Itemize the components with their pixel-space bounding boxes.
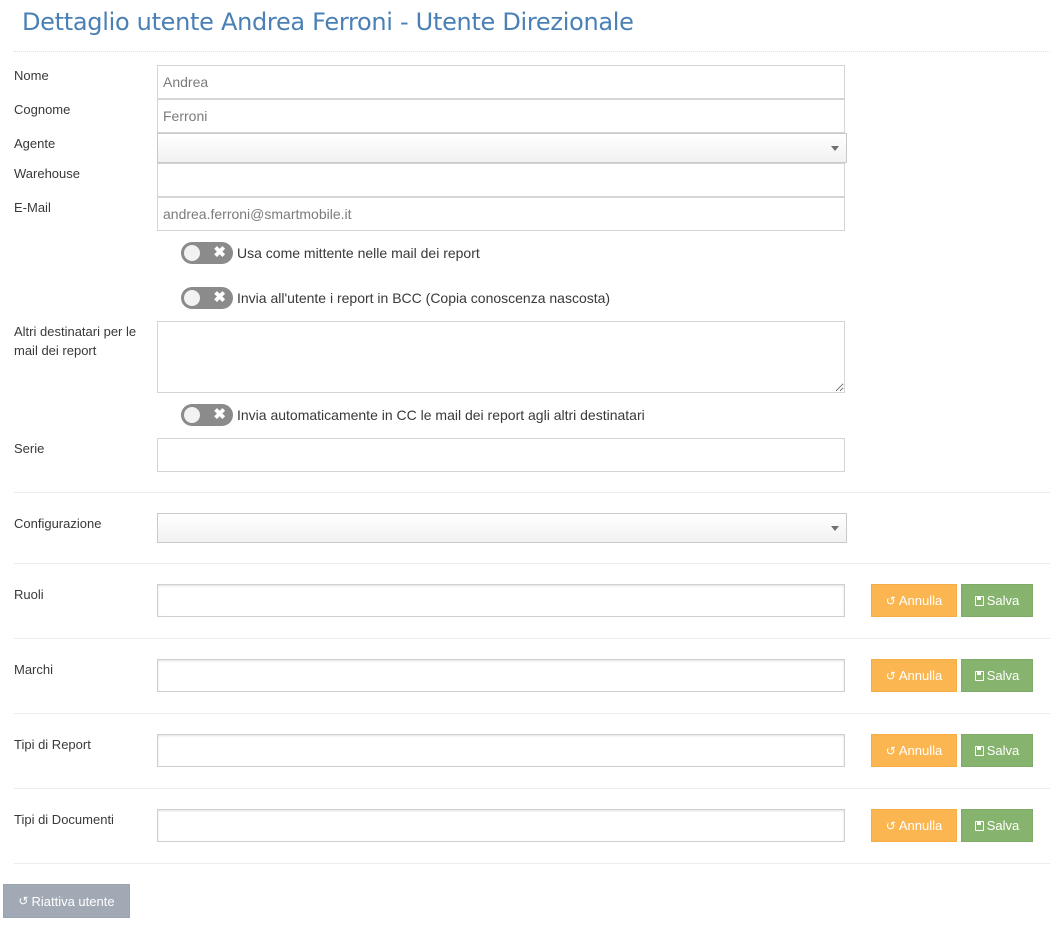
- email-value: andrea.ferroni@smartmobile.it: [163, 206, 352, 222]
- mittente-toggle-row: ✖ Usa come mittente nelle mail dei repor…: [181, 242, 480, 264]
- riattiva-label: Riattiva utente: [31, 893, 115, 909]
- ruoli-annulla-button[interactable]: ↺ Annulla: [871, 584, 957, 617]
- close-icon: ✖: [213, 244, 226, 261]
- annulla-label: Annulla: [898, 743, 943, 758]
- tipi-documenti-annulla-button[interactable]: ↺ Annulla: [871, 809, 957, 842]
- toggle-knob: [184, 290, 200, 306]
- cognome-field[interactable]: Ferroni: [157, 99, 845, 133]
- warehouse-label: Warehouse: [14, 166, 80, 181]
- caret-down-icon: [831, 146, 839, 151]
- configurazione-select[interactable]: [157, 513, 847, 543]
- riattiva-utente-button[interactable]: ↺ Riattiva utente: [3, 884, 130, 918]
- altri-destinatari-label: Altri destinatari per le mail dei report: [14, 324, 137, 358]
- marchi-salva-button[interactable]: Salva: [961, 659, 1033, 692]
- section-divider: [14, 863, 1050, 864]
- cognome-label: Cognome: [14, 102, 71, 117]
- section-divider: [14, 638, 1050, 639]
- close-icon: ✖: [213, 289, 226, 306]
- configurazione-label: Configurazione: [14, 516, 102, 531]
- marchi-annulla-button[interactable]: ↺ Annulla: [871, 659, 957, 692]
- toggle-knob: [184, 245, 200, 261]
- annulla-label: Annulla: [898, 668, 943, 683]
- ruoli-field[interactable]: [157, 584, 845, 617]
- undo-icon: ↺: [18, 894, 29, 908]
- marchi-label: Marchi: [14, 662, 54, 677]
- section-divider: [14, 563, 1050, 564]
- altri-destinatari-textarea[interactable]: [157, 321, 845, 393]
- tipi-report-annulla-button[interactable]: ↺ Annulla: [871, 734, 957, 767]
- page-title: Dettaglio utente Andrea Ferroni - Utente…: [22, 8, 634, 36]
- cc-auto-toggle-row: ✖ Invia automaticamente in CC le mail de…: [181, 404, 645, 426]
- undo-icon: ↺: [885, 593, 896, 608]
- marchi-field[interactable]: [157, 659, 845, 692]
- cognome-value: Ferroni: [163, 108, 208, 124]
- nome-label: Nome: [14, 68, 49, 83]
- tipi-report-label: Tipi di Report: [14, 737, 91, 752]
- undo-icon: ↺: [885, 743, 896, 758]
- annulla-label: Annulla: [898, 593, 943, 608]
- serie-label: Serie: [14, 441, 45, 456]
- salva-label: Salva: [986, 743, 1020, 758]
- cc-auto-toggle[interactable]: ✖: [181, 404, 233, 426]
- section-divider: [14, 492, 1050, 493]
- toggle-knob: [184, 407, 200, 423]
- tipi-report-salva-button[interactable]: Salva: [961, 734, 1033, 767]
- section-divider: [14, 713, 1050, 714]
- floppy-disk-icon: [974, 595, 984, 606]
- tipi-report-field[interactable]: [157, 734, 845, 767]
- tipi-documenti-field[interactable]: [157, 809, 845, 842]
- tipi-documenti-salva-button[interactable]: Salva: [961, 809, 1033, 842]
- bcc-toggle-row: ✖ Invia all'utente i report in BCC (Copi…: [181, 287, 610, 309]
- salva-label: Salva: [986, 593, 1020, 608]
- cc-auto-toggle-label: Invia automaticamente in CC le mail dei …: [237, 407, 645, 423]
- bcc-toggle-label: Invia all'utente i report in BCC (Copia …: [237, 290, 611, 306]
- ruoli-salva-button[interactable]: Salva: [961, 584, 1033, 617]
- agente-select[interactable]: [157, 133, 847, 163]
- tipi-documenti-label: Tipi di Documenti: [14, 812, 114, 827]
- caret-down-icon: [831, 526, 839, 531]
- ruoli-label: Ruoli: [14, 587, 44, 602]
- serie-field[interactable]: [157, 438, 845, 472]
- floppy-disk-icon: [974, 820, 984, 831]
- nome-field[interactable]: Andrea: [157, 65, 845, 99]
- floppy-disk-icon: [974, 670, 984, 681]
- title-divider: [14, 51, 1050, 52]
- agente-label: Agente: [14, 136, 56, 151]
- undo-icon: ↺: [885, 668, 896, 683]
- email-field[interactable]: andrea.ferroni@smartmobile.it: [157, 197, 845, 231]
- undo-icon: ↺: [885, 818, 896, 833]
- salva-label: Salva: [986, 668, 1020, 683]
- mittente-toggle[interactable]: ✖: [181, 242, 233, 264]
- annulla-label: Annulla: [898, 818, 943, 833]
- salva-label: Salva: [986, 818, 1020, 833]
- bcc-toggle[interactable]: ✖: [181, 287, 233, 309]
- mittente-toggle-label: Usa come mittente nelle mail dei report: [237, 245, 480, 261]
- section-divider: [14, 788, 1050, 789]
- email-label: E-Mail: [14, 200, 51, 215]
- nome-value: Andrea: [163, 74, 209, 90]
- warehouse-field[interactable]: [157, 163, 845, 197]
- close-icon: ✖: [213, 406, 226, 423]
- floppy-disk-icon: [974, 745, 984, 756]
